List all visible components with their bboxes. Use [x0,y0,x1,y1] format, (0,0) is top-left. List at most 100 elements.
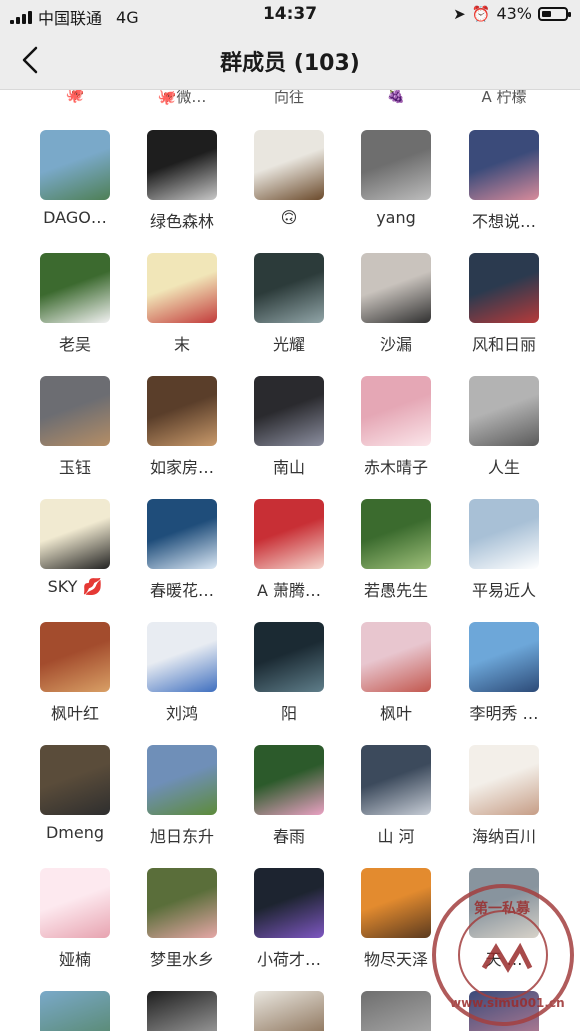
member-cell[interactable]: 春暖花… [127,499,237,614]
avatar[interactable] [254,253,324,323]
member-cell[interactable]: 光耀 [234,253,344,368]
member-name: 风和日丽 [471,335,536,354]
member-cell[interactable]: 山 河 [341,745,451,860]
member-cell[interactable]: SKY 💋 [20,499,130,614]
partial-member-cell[interactable]: 向往 [234,90,344,108]
avatar[interactable] [147,622,217,692]
member-cell[interactable]: 李明秀 … [449,622,559,737]
partial-member-cell[interactable]: 🐙 [20,90,130,108]
avatar[interactable] [254,745,324,815]
member-cell[interactable]: 绿色森林 [127,130,237,245]
member-cell[interactable]: A 萧腾… [234,499,344,614]
avatar[interactable] [469,253,539,323]
member-cell[interactable]: 海纳百川 [449,745,559,860]
seal-bottom-text: www.simu001.cn [450,996,565,1010]
avatar[interactable] [254,499,324,569]
avatar[interactable] [147,130,217,200]
member-cell[interactable]: 沙漏 [341,253,451,368]
member-cell[interactable]: 风和日丽 [449,253,559,368]
battery-icon [538,6,571,21]
member-name: DAGO… [43,208,107,227]
member-cell[interactable] [341,991,451,1031]
avatar[interactable] [40,253,110,323]
member-cell[interactable]: 如家房… [127,376,237,491]
member-cell[interactable]: 南山 [234,376,344,491]
member-cell[interactable]: yang [341,130,451,245]
member-cell[interactable] [234,991,344,1031]
partial-member-cell[interactable]: 🐙微… [127,90,237,108]
member-name: 李明秀 … [469,704,539,723]
battery-percent: 43% [496,4,532,23]
grapes-emoji: 🍇 [386,90,406,104]
member-cell[interactable]: 梦里水乡 [127,868,237,983]
avatar[interactable] [254,622,324,692]
avatar[interactable] [469,745,539,815]
avatar[interactable] [469,499,539,569]
avatar[interactable] [40,622,110,692]
member-cell[interactable]: 若愚先生 [341,499,451,614]
avatar[interactable] [40,130,110,200]
member-cell[interactable] [127,991,237,1031]
avatar[interactable] [469,622,539,692]
avatar[interactable] [361,130,431,200]
avatar[interactable] [147,745,217,815]
member-cell[interactable] [20,991,130,1031]
member-cell[interactable]: 玉钰 [20,376,130,491]
member-cell[interactable]: 平易近人 [449,499,559,614]
partial-member-cell[interactable]: 🍇 [341,90,451,108]
avatar[interactable] [469,376,539,446]
member-name: 若愚先生 [363,581,428,600]
member-cell[interactable]: 枫叶 [341,622,451,737]
avatar[interactable] [147,376,217,446]
member-cell[interactable]: 阳 [234,622,344,737]
page-title: 群成员 (103) [220,51,360,76]
member-cell[interactable]: 老吴 [20,253,130,368]
avatar[interactable] [147,991,217,1031]
member-name: 旭日东升 [149,827,214,846]
avatar[interactable] [147,253,217,323]
member-cell[interactable]: DAGO… [20,130,130,245]
member-name: 绿色森林 [149,212,214,231]
avatar[interactable] [361,376,431,446]
member-cell[interactable]: 不想说… [449,130,559,245]
avatar[interactable] [254,868,324,938]
member-cell[interactable]: 枫叶红 [20,622,130,737]
avatar[interactable] [361,622,431,692]
avatar[interactable] [147,868,217,938]
member-cell[interactable]: Dmeng [20,745,130,860]
avatar[interactable] [254,376,324,446]
member-cell[interactable]: 刘鸿 [127,622,237,737]
avatar[interactable] [40,991,110,1031]
avatar[interactable] [40,745,110,815]
member-cell[interactable]: 赤木晴子 [341,376,451,491]
member-name: 玉钰 [58,458,91,477]
member-cell[interactable]: 旭日东升 [127,745,237,860]
location-icon: ➤ [453,4,466,23]
avatar[interactable] [361,499,431,569]
octopus-emoji: 🐙 [157,90,177,106]
member-name: 海纳百川 [471,827,536,846]
avatar[interactable] [254,130,324,200]
avatar[interactable] [361,745,431,815]
member-name: 春暖花… [149,581,214,600]
avatar[interactable] [469,130,539,200]
member-cell[interactable]: 人生 [449,376,559,491]
member-cell[interactable]: 末 [127,253,237,368]
member-name: 梦里水乡 [149,950,214,969]
member-cell[interactable]: 娅楠 [20,868,130,983]
avatar[interactable] [40,868,110,938]
member-cell[interactable]: 🙃 [234,130,344,245]
member-cell[interactable]: 小荷才… [234,868,344,983]
partial-member-cell[interactable]: A 柠檬 [449,90,559,108]
avatar[interactable] [361,991,431,1031]
seal-top-text: 第一私募 [474,901,530,917]
member-cell[interactable]: 春雨 [234,745,344,860]
avatar[interactable] [40,376,110,446]
avatar[interactable] [147,499,217,569]
avatar[interactable] [361,868,431,938]
member-name: SKY 💋 [47,577,103,596]
watermark-seal: 第一私募 www.simu001.cn [432,884,574,1026]
avatar[interactable] [254,991,324,1031]
avatar[interactable] [361,253,431,323]
avatar[interactable] [40,499,110,569]
